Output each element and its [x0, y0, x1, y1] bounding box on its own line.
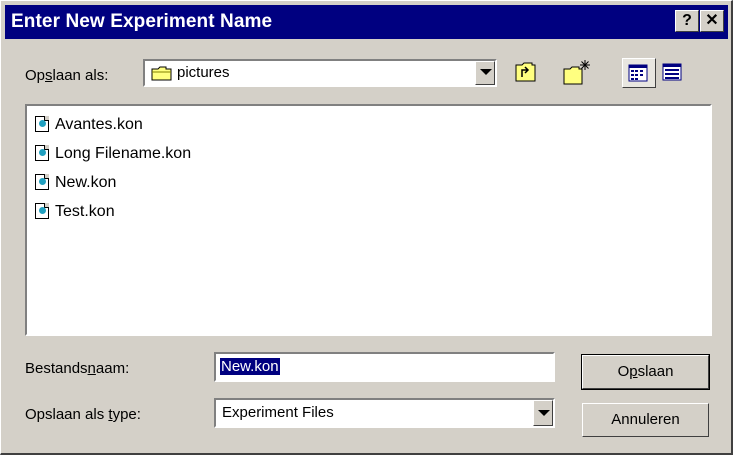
filetype-dropdown-button[interactable] [533, 400, 553, 426]
kon-file-icon [35, 116, 49, 132]
chevron-down-icon [480, 69, 492, 75]
details-view-icon [662, 63, 682, 81]
filetype-combobox[interactable]: Experiment Files [214, 398, 555, 428]
close-icon: ✕ [705, 12, 719, 29]
details-view-button[interactable] [657, 58, 689, 88]
up-folder-icon [515, 62, 536, 82]
file-name: Avantes.kon [55, 116, 143, 133]
save-in-value: pictures [177, 64, 230, 81]
filename-label: Bestandsnaam: [25, 360, 130, 377]
save-in-label: Opslaan als: [25, 67, 109, 84]
file-name: Test.kon [55, 203, 115, 220]
kon-file-icon [35, 203, 49, 219]
help-button[interactable]: ? [675, 10, 699, 32]
filename-input[interactable]: New.kon [214, 352, 555, 382]
title-bar: Enter New Experiment Name ? ✕ [5, 5, 728, 39]
help-icon: ? [682, 12, 692, 29]
new-folder-button[interactable] [561, 58, 593, 88]
list-view-icon [628, 64, 648, 82]
file-list[interactable]: Avantes.kon Long Filename.kon New.kon Te… [25, 104, 712, 336]
filename-value: New.kon [220, 358, 280, 375]
save-button[interactable]: Opslaan [581, 354, 710, 390]
save-in-combobox[interactable]: pictures [143, 59, 497, 87]
filetype-label: Opslaan als type: [25, 406, 141, 423]
up-folder-button[interactable] [510, 58, 542, 88]
folder-icon [151, 65, 173, 85]
kon-file-icon [35, 174, 49, 190]
save-dialog: Enter New Experiment Name ? ✕ Opslaan al… [0, 0, 733, 455]
new-folder-icon [563, 60, 590, 85]
filetype-value: Experiment Files [222, 404, 334, 421]
cancel-button[interactable]: Annuleren [582, 403, 709, 437]
kon-file-icon [35, 145, 49, 161]
list-view-button[interactable] [622, 58, 656, 88]
close-button[interactable]: ✕ [700, 10, 724, 32]
window-title: Enter New Experiment Name [11, 11, 273, 32]
file-name: Long Filename.kon [55, 145, 192, 162]
chevron-down-icon [538, 410, 550, 416]
save-in-dropdown-button[interactable] [475, 61, 495, 85]
file-name: New.kon [55, 174, 117, 191]
